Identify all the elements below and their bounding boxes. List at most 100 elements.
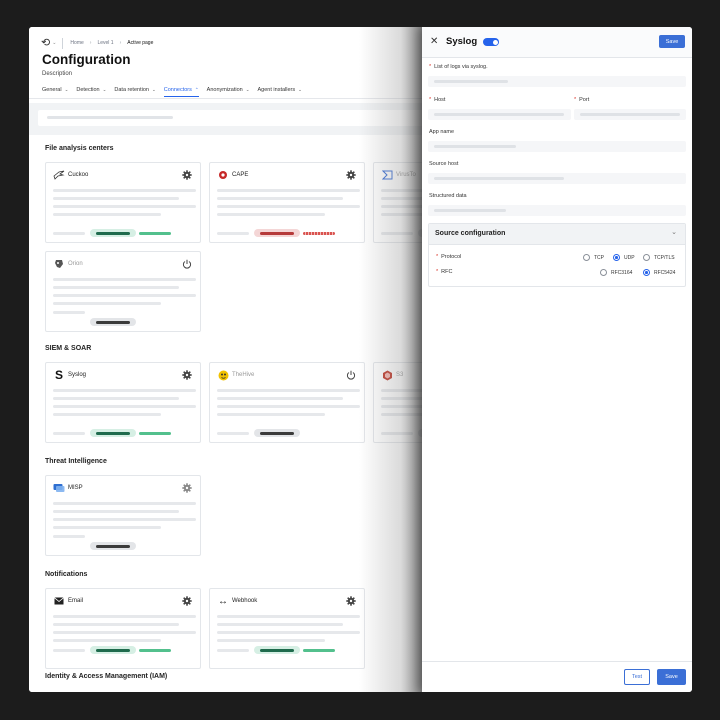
connector-card-cuckoo[interactable]: Cuckoo: [45, 162, 201, 243]
port-field[interactable]: [574, 109, 686, 120]
skeleton-line: [53, 294, 196, 297]
structured-data-field[interactable]: [428, 205, 686, 216]
status-badge: [90, 318, 136, 326]
tab-label: Agent installers: [257, 87, 296, 93]
connector-name: Cuckoo: [68, 172, 89, 178]
gear-icon[interactable]: [345, 169, 357, 181]
radio-icon: [643, 254, 650, 261]
status-tag: [303, 232, 335, 235]
skeleton-line: [217, 432, 249, 435]
required-marker: *: [429, 64, 432, 70]
breadcrumb-level1[interactable]: Level 1: [97, 40, 113, 46]
skeleton-line: [53, 526, 161, 529]
filter-band: [29, 103, 429, 135]
skeleton-line: [217, 397, 343, 400]
required-marker: *: [436, 254, 439, 260]
misp-icon: [53, 482, 65, 494]
host-field[interactable]: [428, 109, 571, 120]
protocol-option-tcp[interactable]: TCP: [583, 254, 604, 261]
skeleton-line: [53, 615, 196, 618]
rfc-option-5424[interactable]: RFC5424: [643, 269, 675, 276]
top-bar: ⟲ ⌄ Home › Level 1 › Active page: [41, 37, 153, 49]
status-tag: [139, 432, 171, 435]
chevron-up-icon: ⌃: [194, 87, 199, 92]
search-bar-placeholder[interactable]: [38, 110, 429, 126]
skeleton-line: [217, 205, 360, 208]
section-title-siem: SIEM & SOAR: [45, 345, 92, 352]
close-icon[interactable]: ✕: [430, 36, 438, 47]
source-host-field[interactable]: [428, 173, 686, 184]
radio-selected-icon: [643, 269, 650, 276]
protocol-option-udp[interactable]: UDP: [613, 254, 635, 261]
connector-name: TheHive: [232, 372, 255, 378]
tab-agent-installers[interactable]: Agent installers ⌄: [258, 87, 302, 97]
gear-icon[interactable]: [181, 595, 193, 607]
webhook-icon: ↔: [218, 595, 228, 607]
label-text: RFC: [441, 269, 453, 275]
label-text: List of logs via syslog.: [434, 64, 488, 70]
enable-toggle[interactable]: [483, 38, 499, 46]
connector-card-thehive[interactable]: TheHive: [209, 362, 365, 443]
chevron-down-icon[interactable]: ⌄: [671, 228, 677, 236]
connector-card-cape[interactable]: CAPE: [209, 162, 365, 243]
skeleton-line: [53, 405, 196, 408]
drawer-header: ✕ Syslog Save: [422, 27, 692, 58]
list-logs-field[interactable]: [428, 76, 686, 87]
skeleton-line: [217, 405, 360, 408]
connector-card-orion[interactable]: Orion: [45, 251, 201, 332]
protocol-option-tcp-tls[interactable]: TCP/TLS: [643, 254, 675, 261]
tab-general[interactable]: General ⌄: [42, 87, 68, 97]
gear-icon[interactable]: [181, 369, 193, 381]
save-button-top[interactable]: Save: [659, 35, 685, 48]
tab-anonymization[interactable]: Anonymization ⌄: [207, 87, 250, 97]
gear-icon[interactable]: [345, 595, 357, 607]
field-label-host: * Host: [429, 97, 445, 103]
toggle-knob: [492, 39, 498, 45]
power-icon[interactable]: [345, 369, 357, 381]
connector-name: Email: [68, 598, 84, 604]
skeleton-line: [217, 615, 360, 618]
skeleton-line: [217, 389, 360, 392]
section-title-iam: Identity & Access Management (IAM): [45, 673, 168, 680]
skeleton-line: [53, 311, 85, 314]
source-configuration-header[interactable]: Source configuration ⌄: [429, 224, 685, 245]
connector-card-syslog[interactable]: S Syslog: [45, 362, 201, 443]
virustotal-icon: [381, 169, 393, 181]
connector-name: Syslog: [68, 372, 87, 378]
chevron-down-icon: ⌄: [298, 87, 302, 92]
save-button-bottom[interactable]: Save: [657, 669, 686, 685]
tab-label: Anonymization: [206, 87, 243, 93]
chevron-down-icon: ⌄: [245, 87, 250, 92]
option-label: RFC5424: [654, 269, 676, 276]
skeleton-line: [217, 639, 325, 642]
tab-detection[interactable]: Detection ⌄: [76, 87, 106, 97]
history-icon[interactable]: ⟲: [41, 37, 50, 49]
rfc-option-3164[interactable]: RFC3164: [600, 269, 632, 276]
thehive-icon: [217, 369, 229, 381]
connector-card-misp[interactable]: MISP: [45, 475, 201, 556]
drawer-title: Syslog: [446, 36, 478, 47]
skeleton-line: [53, 389, 196, 392]
tab-data-retention[interactable]: Data retention ⌄: [114, 87, 155, 97]
gear-icon[interactable]: [181, 169, 193, 181]
power-icon[interactable]: [181, 258, 193, 270]
connector-name: MISP: [68, 485, 83, 491]
status-badge: [254, 229, 300, 237]
breadcrumb-home[interactable]: Home: [70, 40, 83, 46]
chevron-down-icon[interactable]: ⌄: [52, 40, 56, 46]
test-button[interactable]: Test: [624, 669, 650, 685]
drawer-footer-divider: [422, 661, 692, 662]
app-name-field[interactable]: [428, 141, 686, 152]
app-window: ⟲ ⌄ Home › Level 1 › Active page Configu…: [29, 27, 692, 692]
skeleton-line: [53, 639, 161, 642]
connector-card-email[interactable]: Email: [45, 588, 201, 669]
gear-icon[interactable]: [181, 482, 193, 494]
connector-name: CAPE: [232, 172, 249, 178]
skeleton-line: [53, 397, 179, 400]
field-label-source-host: Source host: [429, 161, 459, 167]
tab-connectors[interactable]: Connectors ⌃: [163, 87, 199, 97]
skeleton-line: [381, 232, 413, 235]
connector-card-webhook[interactable]: ↔ Webhook: [209, 588, 365, 669]
page-title: Configuration: [42, 52, 131, 67]
skeleton-line: [53, 631, 196, 634]
